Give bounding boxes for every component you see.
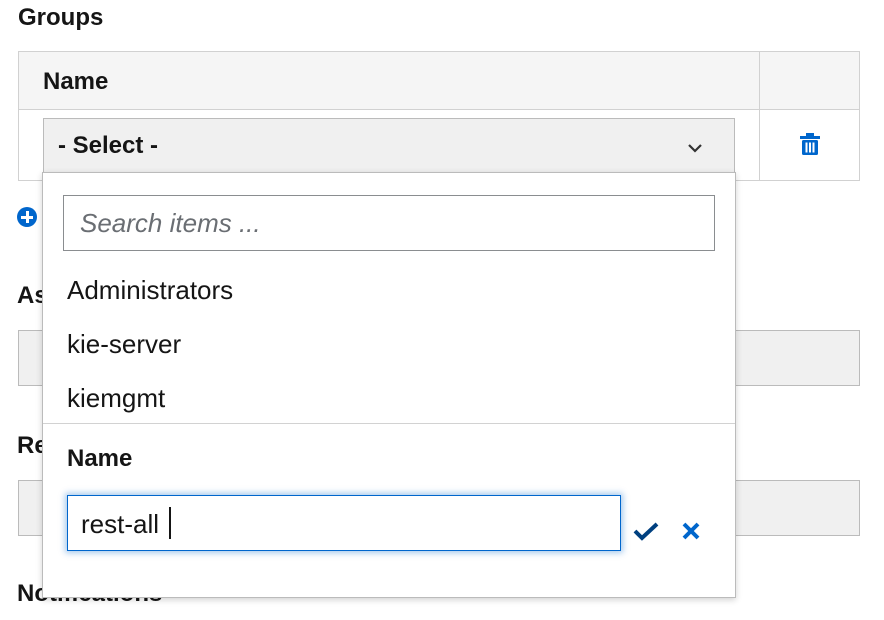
add-group-icon[interactable]: [17, 207, 37, 227]
group-select-menu: Administrators kie-server kiemgmt Name r…: [42, 172, 736, 598]
menu-item-administrators[interactable]: Administrators: [67, 275, 233, 306]
menu-divider: [43, 423, 735, 424]
menu-item-kie-server[interactable]: kie-server: [67, 329, 181, 360]
new-group-name-label: Name: [67, 445, 133, 472]
column-divider: [759, 52, 760, 180]
close-icon[interactable]: [681, 521, 701, 541]
select-toggle-label: - Select -: [58, 132, 159, 159]
groups-section-title: Groups: [18, 4, 104, 31]
table-header: Name: [19, 52, 859, 180]
groups-table: Name - Select -: [18, 51, 860, 181]
menu-item-kiemgmt[interactable]: kiemgmt: [67, 383, 165, 414]
check-icon[interactable]: [633, 521, 659, 541]
chevron-down-icon: [688, 144, 702, 153]
text-caret: [169, 507, 171, 539]
group-select-toggle[interactable]: - Select -: [43, 118, 735, 174]
search-input[interactable]: [63, 195, 715, 251]
name-column-header: Name: [43, 68, 109, 95]
trash-icon[interactable]: [799, 132, 821, 156]
new-group-name-value: rest-all: [81, 509, 160, 539]
